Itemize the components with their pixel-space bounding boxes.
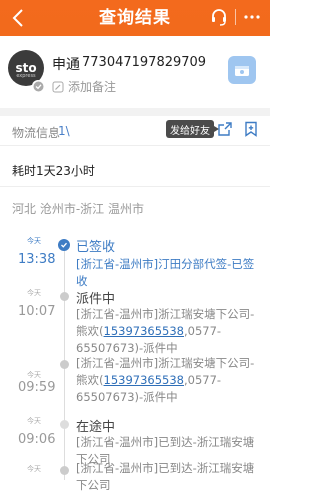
more-dots-icon bbox=[244, 15, 260, 19]
edit-icon bbox=[52, 81, 64, 92]
more-button[interactable] bbox=[242, 7, 262, 27]
logistics-info-label: 物流信息 bbox=[12, 126, 61, 140]
add-note-label: 添加备注 bbox=[68, 80, 117, 94]
phone-link[interactable]: 15397365538 bbox=[104, 373, 184, 387]
courier-name: 申通 bbox=[52, 57, 80, 73]
signed-check-icon bbox=[58, 239, 70, 251]
event-description: [浙江省-温州市]汀田分部代签-已签收 bbox=[76, 257, 255, 288]
app-header: 查询结果 bbox=[0, 0, 270, 36]
timeline-dot bbox=[60, 466, 69, 475]
event-status: 已签收 bbox=[76, 240, 116, 255]
headset-icon bbox=[212, 9, 226, 26]
event-day: 今天 bbox=[27, 465, 41, 473]
elapsed-time: 耗时1天23小时 bbox=[12, 164, 95, 178]
header-divider bbox=[235, 9, 236, 25]
logistics-info-marker: 1\ bbox=[58, 124, 70, 138]
phone-link[interactable]: 15397365538 bbox=[104, 324, 184, 338]
add-note-button[interactable]: 添加备注 bbox=[52, 78, 116, 95]
timeline-dot bbox=[60, 292, 69, 301]
customer-service-button[interactable] bbox=[209, 7, 229, 27]
event-description: [浙江省-温州市]浙江瑞安塘下公司-熊欢(15397365538,0577-65… bbox=[76, 307, 255, 355]
transit-dot bbox=[60, 420, 69, 429]
event-time: 09:06 bbox=[18, 432, 56, 447]
event-day: 今天 bbox=[27, 237, 41, 245]
package-icon bbox=[235, 66, 249, 76]
add-bookmark-button[interactable] bbox=[242, 120, 260, 138]
event-status: 在途中 bbox=[76, 420, 116, 435]
send-to-friend-tooltip[interactable]: 发给好友 bbox=[166, 120, 219, 138]
share-button[interactable] bbox=[216, 120, 234, 138]
timeline-dot bbox=[60, 360, 69, 369]
event-time: 10:07 bbox=[18, 304, 56, 319]
event-description: [浙江省-温州市]已到达-浙江瑞安塘下公司 bbox=[76, 461, 255, 492]
package-card: sto express 申通 773047197829709 添加备注 bbox=[0, 36, 270, 108]
shield-check-icon bbox=[33, 81, 43, 91]
event-time: 09:59 bbox=[18, 380, 56, 395]
share-icon bbox=[218, 122, 232, 136]
divider bbox=[0, 145, 270, 146]
package-image-button[interactable] bbox=[228, 56, 256, 84]
bookmark-add-icon bbox=[245, 121, 257, 137]
event-description: [浙江省-温州市]浙江瑞安塘下公司-熊欢(15397365538,0577-65… bbox=[76, 356, 255, 404]
event-status: 派件中 bbox=[76, 292, 116, 307]
event-time: 13:38 bbox=[18, 252, 56, 267]
event-day: 今天 bbox=[27, 371, 41, 379]
event-day: 今天 bbox=[27, 417, 41, 425]
event-day: 今天 bbox=[27, 289, 41, 297]
section-divider bbox=[0, 108, 270, 116]
divider bbox=[0, 186, 270, 187]
verified-badge bbox=[32, 80, 44, 92]
tracking-number[interactable]: 773047197829709 bbox=[82, 55, 206, 70]
route-text: 河北 沧州市-浙江 温州市 bbox=[12, 202, 144, 216]
